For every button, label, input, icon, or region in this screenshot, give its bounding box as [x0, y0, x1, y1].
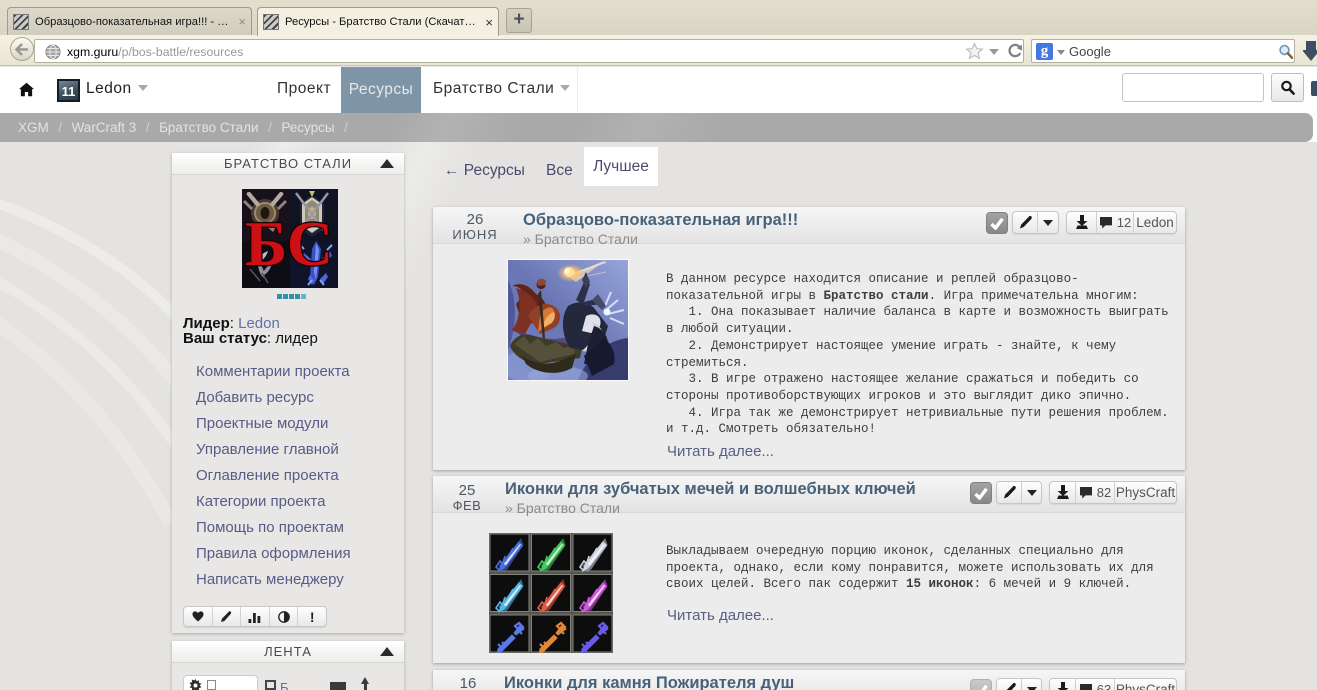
svg-text:БС: БС: [245, 208, 333, 279]
